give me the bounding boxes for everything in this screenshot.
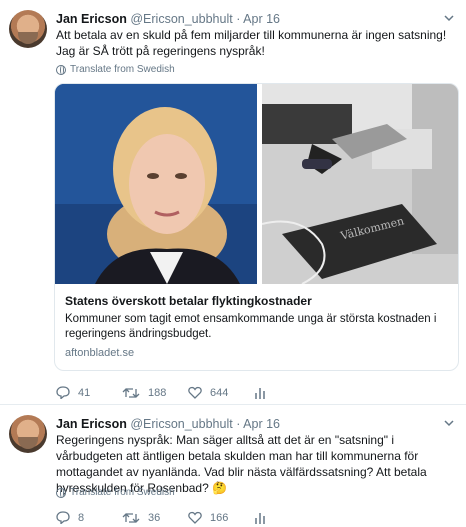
tweet-date[interactable]: Apr 16	[243, 12, 280, 26]
card-domain[interactable]: aftonbladet.se	[65, 347, 134, 359]
author-handle[interactable]: @Ericson_ubbhult	[130, 12, 232, 26]
retweet-icon	[122, 387, 140, 398]
retweet-icon	[122, 512, 140, 523]
tweet-actions: 8 36 166	[56, 511, 320, 524]
like-button[interactable]: 644	[188, 386, 254, 399]
tweet-actions: 41 188 644	[56, 386, 320, 399]
card-image-room: Välkommen	[262, 84, 458, 284]
separator-dot: ·	[236, 12, 241, 26]
avatar[interactable]	[9, 10, 47, 48]
like-count: 644	[210, 386, 229, 399]
separator-dot: ·	[236, 417, 241, 431]
reply-count: 8	[78, 511, 85, 524]
reply-button[interactable]: 41	[56, 386, 122, 399]
reply-icon	[56, 386, 70, 399]
card-description: Kommuner som tagit emot ensamkommande un…	[65, 313, 437, 340]
tweet[interactable]: Jan Ericson @Ericson_ubbhult · Apr 16 Re…	[0, 404, 466, 527]
globe-icon	[56, 64, 66, 75]
tweet-date[interactable]: Apr 16	[243, 417, 280, 431]
tweet-header: Jan Ericson @Ericson_ubbhult · Apr 16	[56, 417, 280, 431]
retweet-button[interactable]: 188	[122, 387, 188, 399]
analytics-button[interactable]	[254, 511, 320, 524]
chevron-down-icon[interactable]	[444, 14, 454, 24]
reply-button[interactable]: 8	[56, 511, 122, 524]
translate-label: Translate from Swedish	[70, 64, 175, 75]
analytics-button[interactable]	[254, 386, 320, 399]
like-count: 166	[210, 511, 229, 524]
analytics-icon	[255, 513, 265, 524]
like-button[interactable]: 166	[188, 511, 254, 524]
author-name[interactable]: Jan Ericson	[56, 417, 127, 431]
card-image-portrait	[55, 84, 257, 284]
reply-icon	[56, 511, 70, 524]
globe-icon	[56, 487, 66, 498]
translate-link[interactable]: Translate from Swedish	[56, 487, 175, 498]
chevron-down-icon[interactable]	[444, 419, 454, 429]
card-title[interactable]: Statens överskott betalar flyktingkostna…	[65, 294, 312, 308]
avatar[interactable]	[9, 415, 47, 453]
tweet-header: Jan Ericson @Ericson_ubbhult · Apr 16	[56, 12, 280, 26]
retweet-count: 36	[148, 511, 161, 524]
retweet-button[interactable]: 36	[122, 512, 188, 524]
retweet-count: 188	[148, 386, 167, 399]
tweet[interactable]: Jan Ericson @Ericson_ubbhult · Apr 16 At…	[0, 0, 466, 404]
translate-label: Translate from Swedish	[70, 487, 175, 498]
reply-count: 41	[78, 386, 91, 399]
author-handle[interactable]: @Ericson_ubbhult	[130, 417, 232, 431]
analytics-icon	[255, 388, 265, 399]
translate-link[interactable]: Translate from Swedish	[56, 64, 175, 75]
link-card[interactable]: Välkommen Statens överskott betalar flyk…	[54, 83, 459, 371]
author-name[interactable]: Jan Ericson	[56, 12, 127, 26]
heart-icon	[188, 386, 202, 399]
heart-icon	[188, 511, 202, 524]
tweet-text: Att betala av en skuld på fem miljarder …	[56, 28, 447, 58]
